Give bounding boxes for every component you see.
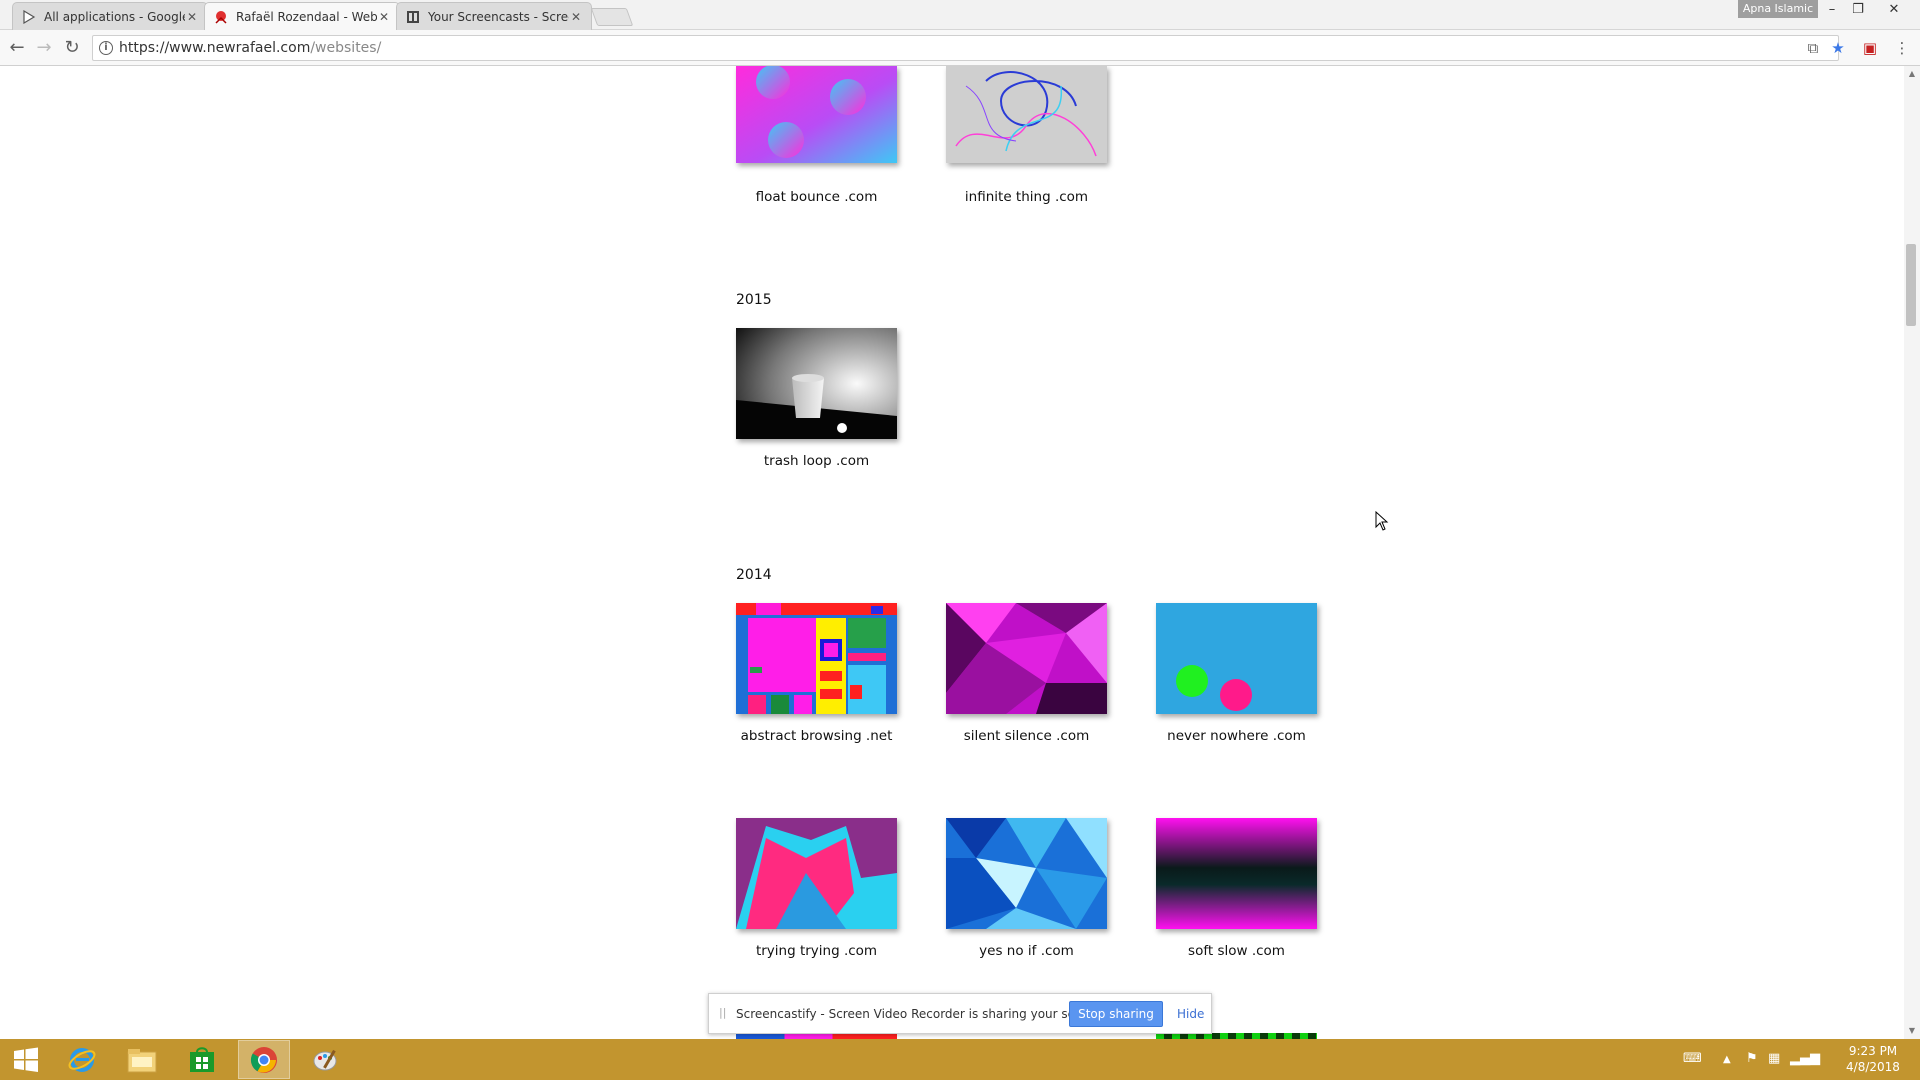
browser-toolbar: ← → ↻ i https://www.newrafael.com/websit… — [0, 30, 1920, 66]
sharing-message: Screencastify - Screen Video Recorder is… — [736, 1007, 1106, 1021]
windows-taskbar — [0, 1039, 1920, 1080]
stop-sharing-button[interactable]: Stop sharing — [1069, 1001, 1163, 1027]
year-heading: 2015 — [736, 292, 772, 308]
volume-icon[interactable]: 🔈︎ — [1816, 1051, 1824, 1066]
drag-handle-icon[interactable]: || — [719, 1006, 726, 1019]
url-path: /websites/ — [310, 40, 382, 56]
google-play-icon — [21, 9, 37, 25]
paint-icon[interactable] — [300, 1040, 352, 1079]
mouse-cursor-icon — [1375, 511, 1389, 531]
windows-start-icon[interactable] — [0, 1040, 52, 1079]
screencastify-icon — [405, 9, 421, 25]
keyboard-icon[interactable]: ⌨ — [1683, 1051, 1702, 1066]
screen-sharing-bar: || Screencastify - Screen Video Recorder… — [708, 993, 1212, 1034]
internet-explorer-icon[interactable] — [56, 1040, 108, 1079]
site-thumbnail[interactable] — [736, 603, 897, 714]
site-name[interactable]: infinite thing .com — [926, 189, 1127, 205]
url-host: https://www.newrafael.com — [119, 40, 311, 56]
site-name[interactable]: soft slow .com — [1136, 943, 1337, 959]
close-icon[interactable]: ✕ — [185, 10, 199, 24]
site-name[interactable]: abstract browsing .net — [716, 728, 917, 744]
scroll-down-icon[interactable]: ▼ — [1904, 1024, 1920, 1038]
store-icon[interactable] — [176, 1040, 228, 1079]
site-thumbnail[interactable] — [1156, 818, 1317, 929]
site-thumbnail[interactable] — [736, 66, 897, 163]
hide-link[interactable]: Hide — [1177, 1007, 1204, 1021]
minimize-icon[interactable]: – — [1819, 0, 1845, 20]
info-icon[interactable]: i — [99, 41, 113, 55]
window-close-icon[interactable]: ✕ — [1881, 0, 1907, 20]
back-arrow-icon[interactable]: ← — [5, 36, 29, 60]
site-thumbnail[interactable] — [736, 328, 897, 439]
scrollbar[interactable] — [1904, 66, 1920, 1039]
site-name[interactable]: float bounce .com — [716, 189, 917, 205]
site-name[interactable]: trying trying .com — [716, 943, 917, 959]
screencastify-extension-icon[interactable]: ▣ — [1860, 38, 1880, 58]
site-name[interactable]: silent silence .com — [926, 728, 1127, 744]
close-icon[interactable]: ✕ — [377, 10, 391, 24]
site-name[interactable]: yes no if .com — [926, 943, 1127, 959]
reload-icon[interactable]: ↻ — [60, 36, 84, 60]
site-thumbnail[interactable] — [946, 66, 1107, 163]
site-thumbnail[interactable] — [1156, 603, 1317, 714]
site-favicon — [213, 9, 229, 25]
action-center-flag-icon[interactable]: ⚑ — [1746, 1051, 1758, 1066]
tab-rafael-rozendaal[interactable]: Rafaël Rozendaal - Webs ✕ — [204, 2, 400, 30]
tab-all-applications[interactable]: All applications - Google ✕ — [12, 2, 208, 30]
page-content: float bounce .com infinite thing .com 20… — [0, 66, 1904, 1039]
tab-title: Your Screencasts - Scree — [428, 9, 569, 24]
chrome-icon[interactable] — [238, 1040, 290, 1079]
clock-date: 4/8/2018 — [1846, 1060, 1900, 1074]
translate-icon[interactable]: ⧉ — [1803, 38, 1823, 58]
site-name[interactable]: trash loop .com — [716, 453, 917, 469]
windows-update-icon[interactable]: ▦ — [1768, 1051, 1780, 1066]
site-thumbnail[interactable] — [946, 818, 1107, 929]
site-thumbnail[interactable] — [736, 818, 897, 929]
forward-arrow-icon[interactable]: → — [32, 36, 56, 60]
tab-title: All applications - Google — [44, 9, 185, 24]
show-hidden-icons-icon[interactable]: ▲ — [1723, 1054, 1731, 1065]
scroll-up-icon[interactable]: ▲ — [1904, 67, 1920, 81]
menu-icon[interactable]: ⋮ — [1892, 38, 1912, 58]
bookmark-star-icon[interactable]: ★ — [1828, 38, 1848, 58]
restore-icon[interactable]: ❐ — [1845, 0, 1871, 20]
site-thumbnail[interactable] — [946, 603, 1107, 714]
close-icon[interactable]: ✕ — [569, 10, 583, 24]
tab-your-screencasts[interactable]: Your Screencasts - Scree ✕ — [396, 2, 592, 30]
clock-time: 9:23 PM — [1848, 1044, 1898, 1058]
tab-strip: All applications - Google ✕ Rafaël Rozen… — [0, 0, 1920, 30]
year-heading: 2014 — [736, 567, 772, 583]
file-explorer-icon[interactable] — [116, 1040, 168, 1079]
tab-title: Rafaël Rozendaal - Webs — [236, 9, 377, 24]
site-name[interactable]: never nowhere .com — [1136, 728, 1337, 744]
address-bar[interactable]: i https://www.newrafael.com/websites/ — [92, 35, 1839, 61]
profile-badge[interactable]: Apna Islamic — [1738, 0, 1818, 18]
scrollbar-thumb[interactable] — [1906, 244, 1916, 326]
new-tab-button[interactable] — [590, 8, 634, 26]
system-clock[interactable]: 9:23 PM 4/8/2018 — [1830, 1043, 1916, 1075]
